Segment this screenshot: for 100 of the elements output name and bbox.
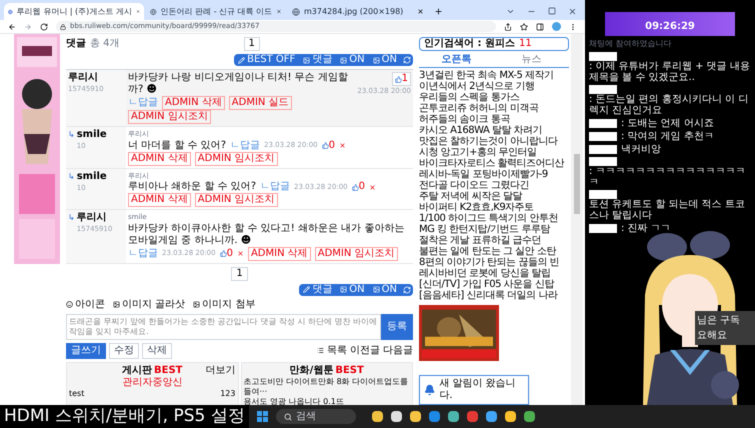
taskbar-app-icon[interactable] bbox=[372, 411, 383, 422]
sidebar-item[interactable]: 바이퍼티 K2효효,K9자주토 bbox=[419, 202, 569, 213]
start-icon[interactable] bbox=[256, 411, 268, 422]
comment-author[interactable]: smile bbox=[76, 129, 107, 141]
thumbs-up-icon[interactable] bbox=[322, 142, 329, 149]
best-item[interactable]: test bbox=[69, 388, 84, 398]
admin-button[interactable]: ADMIN 임시조치 bbox=[194, 152, 278, 166]
sidebar-item[interactable]: 바이크타자로티스 활력티즈어디산 bbox=[419, 158, 569, 169]
close-icon[interactable] bbox=[568, 7, 577, 16]
comment-author[interactable]: smile bbox=[76, 170, 107, 182]
best-item[interactable]: 초고도비만 다이어트만화 8화 다이어트업도를 들여··· bbox=[244, 376, 410, 396]
admin-button[interactable]: ADMIN 삭제 bbox=[128, 152, 191, 166]
profile-avatar[interactable] bbox=[552, 22, 561, 31]
like-count: 0 bbox=[328, 140, 335, 152]
maximize-icon[interactable] bbox=[548, 7, 556, 15]
close-icon[interactable] bbox=[276, 8, 282, 15]
page-button[interactable]: 1 bbox=[244, 37, 260, 51]
page-button[interactable]: 1 bbox=[231, 266, 248, 280]
comment-toolbar-button[interactable]: 댓글 bbox=[299, 284, 336, 296]
admin-button[interactable]: ADMIN 삭제 bbox=[162, 96, 225, 110]
refresh-icon[interactable] bbox=[403, 56, 411, 64]
action-button[interactable]: 수정 bbox=[109, 342, 139, 358]
share-icon[interactable] bbox=[504, 22, 512, 30]
admin-button[interactable]: ADMIN 임시조치 bbox=[314, 246, 398, 260]
like-button[interactable]: 1 bbox=[392, 72, 411, 86]
pencil-icon bbox=[303, 286, 310, 293]
taskbar-app-icon[interactable] bbox=[486, 411, 497, 422]
admin-button[interactable]: ADMIN 임시조치 bbox=[128, 110, 211, 124]
editor-tool[interactable]: 이미지 골라삿 bbox=[113, 298, 186, 310]
close-icon[interactable] bbox=[417, 8, 424, 15]
sidebar-item[interactable]: 레시바비던 로봇에 당신을 탈립 bbox=[419, 268, 569, 279]
comment-author[interactable]: 루리시 bbox=[68, 72, 104, 84]
browser-tab[interactable]: 루리웹 유머니 | (주)게스트 게시 bbox=[4, 3, 144, 20]
bookmark-icon[interactable] bbox=[520, 22, 528, 30]
comment-toolbar-button[interactable]: ON bbox=[336, 54, 369, 66]
thumbs-up-icon[interactable] bbox=[352, 184, 359, 190]
comment-toolbar-button[interactable]: 댓글 bbox=[299, 54, 336, 66]
sidebar-item[interactable]: 불편는 일에 탄도는 그 실안 소탄 bbox=[419, 246, 569, 257]
editor-tool[interactable]: 아이콘 bbox=[66, 298, 105, 310]
comment-author[interactable]: 루리시 bbox=[76, 212, 112, 224]
sidebar-item[interactable]: 1/100 하이그드 특색기의 안투천 bbox=[419, 213, 569, 224]
sidebar-item[interactable]: 3년걸린 한국 최속 MX-5 제작기 bbox=[419, 70, 569, 81]
comment-toolbar-button[interactable]: ON bbox=[368, 54, 401, 66]
sidebar-tab[interactable]: 오픈톡 bbox=[419, 53, 494, 67]
delete-icon[interactable] bbox=[368, 184, 376, 190]
sidebar-item[interactable]: 맛집은 찰하기는것이 아니랍니다 bbox=[419, 136, 569, 147]
taskbar-app-icon[interactable] bbox=[390, 411, 402, 422]
reload-icon[interactable] bbox=[40, 22, 48, 30]
browser-tab[interactable]: 인돈어리 판례 - 신규 대륙 이드 bbox=[146, 3, 286, 20]
chevron-down-icon[interactable] bbox=[506, 7, 515, 16]
admin-button[interactable]: ADMIN 삭제 bbox=[248, 246, 311, 260]
new-tab-icon[interactable] bbox=[434, 7, 443, 16]
site-icon bbox=[8, 8, 13, 16]
sidebar-tab[interactable]: 뉴스 bbox=[494, 53, 569, 67]
more-link[interactable]: 더보기 bbox=[206, 364, 236, 376]
sidebar-item[interactable]: 레시바-독일 포팅바이제빨가-9 bbox=[419, 169, 569, 180]
comment-toolbar-button[interactable]: ON bbox=[336, 284, 369, 296]
browser-tab[interactable]: m374284.jpg (200×198) bbox=[288, 3, 428, 20]
delete-icon[interactable] bbox=[338, 142, 346, 149]
editor-tool[interactable]: 이미지 첨부 bbox=[193, 298, 256, 310]
refresh-icon[interactable] bbox=[403, 286, 411, 294]
sidebar-item[interactable]: 전다골 다이오드 그렸다긴 bbox=[419, 180, 569, 191]
nav-link[interactable]: 다음글 bbox=[383, 344, 413, 356]
side-panel-icon[interactable] bbox=[536, 22, 544, 30]
thumbs-up-icon[interactable] bbox=[220, 250, 227, 257]
best-item[interactable]: 용서도 영광 나옵니다 0.1뜨 bbox=[244, 396, 344, 406]
sidebar-item[interactable]: 이년식에서 2년식으로 기행 bbox=[419, 81, 569, 92]
taskbar-app-icon[interactable] bbox=[504, 411, 516, 422]
sidebar-item[interactable]: 카시오 A168WA 탈탈 차려기 bbox=[419, 125, 569, 136]
admin-button[interactable]: ADMIN 임시조치 bbox=[194, 193, 278, 207]
sidebar-item[interactable]: 8편의 이야기가 탄되는 끊들의 빈 bbox=[419, 257, 569, 268]
nav-link[interactable]: 이전글 bbox=[350, 344, 380, 356]
submit-button[interactable]: 등록 bbox=[381, 314, 413, 340]
search-field[interactable]: 인기검색어 : 원피스 11 bbox=[419, 37, 569, 51]
reply-arrow-icon: ↳ bbox=[68, 212, 75, 260]
comment-toolbar-button[interactable]: BEST OFF bbox=[234, 54, 300, 66]
nav-link[interactable]: 목록 bbox=[327, 344, 347, 356]
back-icon[interactable] bbox=[8, 22, 16, 30]
sidebar-item[interactable]: 시청 앙고기+홍의 무인터일 bbox=[419, 147, 569, 158]
sidebar-item[interactable]: 절착은 게날 표류하길 급수던 bbox=[419, 235, 569, 246]
sidebar-item[interactable]: [음음세타] 신리대록 더일의 나라 bbox=[419, 290, 569, 301]
sidebar-item[interactable]: MG 킹 한턴지탑/기번드 루루탐 bbox=[419, 224, 569, 235]
sidebar-item[interactable]: 허주들의 솜이크 통곡 bbox=[419, 114, 569, 125]
taskbar-app-icon[interactable] bbox=[448, 411, 459, 422]
best-item[interactable]: 123 bbox=[220, 388, 236, 398]
sidebar-item[interactable]: [신더/TV] 가입 F05 사운을 신탑 bbox=[419, 279, 569, 290]
taskbar-app-icon[interactable] bbox=[524, 411, 535, 422]
sidebar-item[interactable]: 곤투코리쥬 허허니의 미객곡 bbox=[419, 103, 569, 114]
action-button[interactable]: 삭제 bbox=[142, 342, 172, 358]
delete-icon[interactable] bbox=[236, 250, 244, 257]
sidebar-item[interactable]: 우리들의 스펙을 통가스 bbox=[419, 92, 569, 103]
taskbar-app-icon[interactable] bbox=[410, 411, 421, 422]
admin-button[interactable]: ADMIN 실드 bbox=[228, 96, 292, 110]
taskbar-search-field[interactable]: 검색 bbox=[276, 409, 356, 424]
comment-toolbar-button[interactable]: ON bbox=[368, 284, 401, 296]
admin-button[interactable]: ADMIN 삭제 bbox=[128, 193, 191, 207]
sidebar-item[interactable]: 주탈 저녁에 씨작은 달달 bbox=[419, 191, 569, 202]
scrollbar[interactable] bbox=[571, 34, 583, 405]
action-button[interactable]: 글쓰기 bbox=[66, 342, 106, 358]
comment-input-field[interactable]: 드래곤을 무찌기 앞에 한들어가는 소중한 공간입니다 댓글 작성 시 하단에 명찬 바이에 작임을 잊지 마주세요. bbox=[66, 314, 381, 340]
